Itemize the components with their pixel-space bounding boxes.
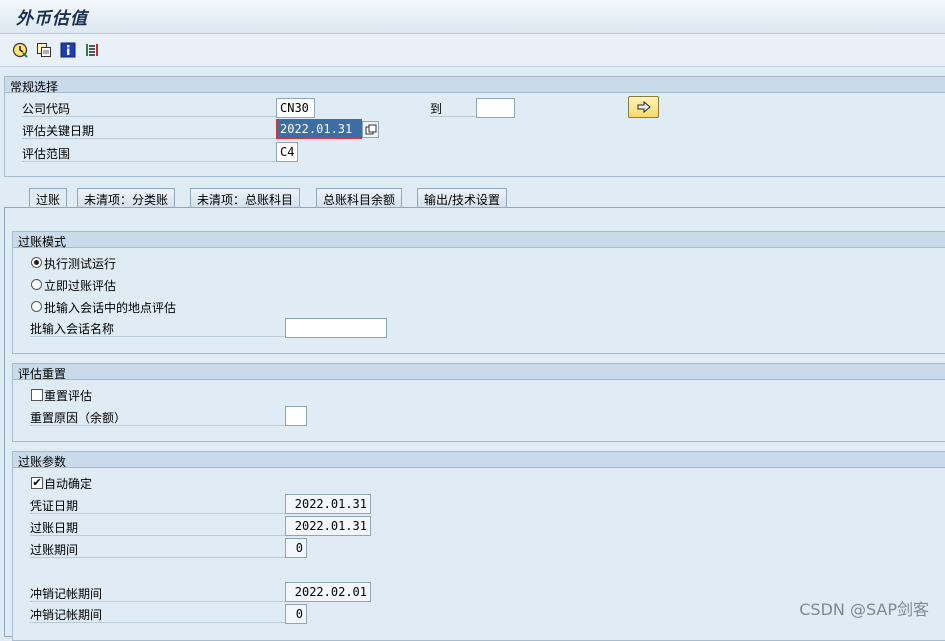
copy-variant-icon[interactable] bbox=[36, 42, 52, 58]
document-date-field[interactable]: 2022.01.31 bbox=[285, 494, 371, 514]
batch-session-name-field[interactable] bbox=[285, 318, 387, 338]
valuation-key-date-label: 评估关键日期 bbox=[22, 122, 276, 139]
tab-open-items-ledger[interactable]: 未清项：分类账 bbox=[77, 188, 176, 208]
execute-clock-icon[interactable] bbox=[12, 42, 28, 58]
radio-test-run[interactable] bbox=[31, 257, 42, 268]
reset-valuation-label: 重置评估 bbox=[44, 389, 93, 403]
radio-immediate-post-label: 立即过账评估 bbox=[44, 279, 117, 293]
watermark-text: CSDN @SAP剑客 bbox=[799, 600, 929, 619]
valuation-area-field[interactable]: C4 bbox=[276, 142, 298, 162]
multiple-selection-button[interactable] bbox=[628, 96, 659, 118]
window-title: 外币估值 bbox=[16, 9, 88, 29]
radio-immediate-post[interactable] bbox=[31, 279, 42, 290]
copy-icon bbox=[365, 124, 377, 139]
group-title: 过账模式 bbox=[18, 235, 67, 249]
multi-selection-icon[interactable] bbox=[84, 42, 100, 58]
reversal-posting-period-label: 冲销记帐期间 bbox=[30, 606, 285, 623]
reversal-posting-date-field[interactable]: 2022.02.01 bbox=[285, 582, 371, 602]
radio-test-run-label: 执行测试运行 bbox=[44, 257, 117, 271]
posting-date-label: 过账日期 bbox=[30, 519, 285, 536]
radio-batch-input-label: 批输入会话中的地点评估 bbox=[44, 301, 177, 315]
company-code-to-field[interactable] bbox=[476, 98, 515, 118]
group-title: 常规选择 bbox=[10, 80, 59, 94]
tab-gl-account-balance[interactable]: 总账科目余额 bbox=[316, 188, 403, 208]
group-header: 过账模式 bbox=[13, 232, 945, 249]
auto-confirm-label: 自动确定 bbox=[44, 477, 93, 491]
valuation-reset-group: 评估重置 bbox=[12, 363, 945, 442]
arrow-right-icon bbox=[637, 100, 651, 117]
valuation-area-label: 评估范围 bbox=[22, 145, 276, 162]
application-toolbar bbox=[0, 34, 945, 67]
calendar-help-button[interactable] bbox=[362, 121, 379, 138]
title-bar: 外币估值 bbox=[0, 0, 945, 34]
group-title: 评估重置 bbox=[18, 367, 67, 381]
group-header: 常规选择 bbox=[5, 77, 945, 94]
tab-posting[interactable]: 过账 bbox=[29, 188, 68, 209]
tab-open-items-gl-account[interactable]: 未清项：总账科目 bbox=[190, 188, 301, 208]
reversal-posting-period-field[interactable]: 0 bbox=[285, 604, 307, 624]
reset-reason-label: 重置原因（余额） bbox=[30, 409, 285, 426]
group-title: 过账参数 bbox=[18, 455, 67, 469]
batch-session-name-label: 批输入会话名称 bbox=[30, 320, 285, 337]
company-code-label: 公司代码 bbox=[22, 100, 276, 117]
posting-period-label: 过账期间 bbox=[30, 541, 285, 558]
group-header: 过账参数 bbox=[13, 452, 945, 469]
auto-confirm-checkbox[interactable]: ✔ bbox=[31, 477, 43, 489]
radio-batch-input[interactable] bbox=[31, 301, 42, 312]
tab-output-technical-settings[interactable]: 输出/技术设置 bbox=[417, 188, 508, 208]
to-label: 到 bbox=[430, 100, 476, 117]
document-date-label: 凭证日期 bbox=[30, 497, 285, 514]
company-code-from-field[interactable]: CN30 bbox=[276, 98, 315, 118]
reset-reason-field[interactable] bbox=[285, 406, 307, 426]
group-header: 评估重置 bbox=[13, 364, 945, 381]
info-icon[interactable] bbox=[60, 42, 76, 58]
posting-period-field[interactable]: 0 bbox=[285, 538, 307, 558]
valuation-key-date-field[interactable]: 2022.01.31 bbox=[276, 119, 362, 139]
reset-valuation-checkbox[interactable] bbox=[31, 389, 43, 401]
reversal-posting-date-label: 冲销记帐期间 bbox=[30, 585, 285, 602]
posting-date-field[interactable]: 2022.01.31 bbox=[285, 516, 371, 536]
